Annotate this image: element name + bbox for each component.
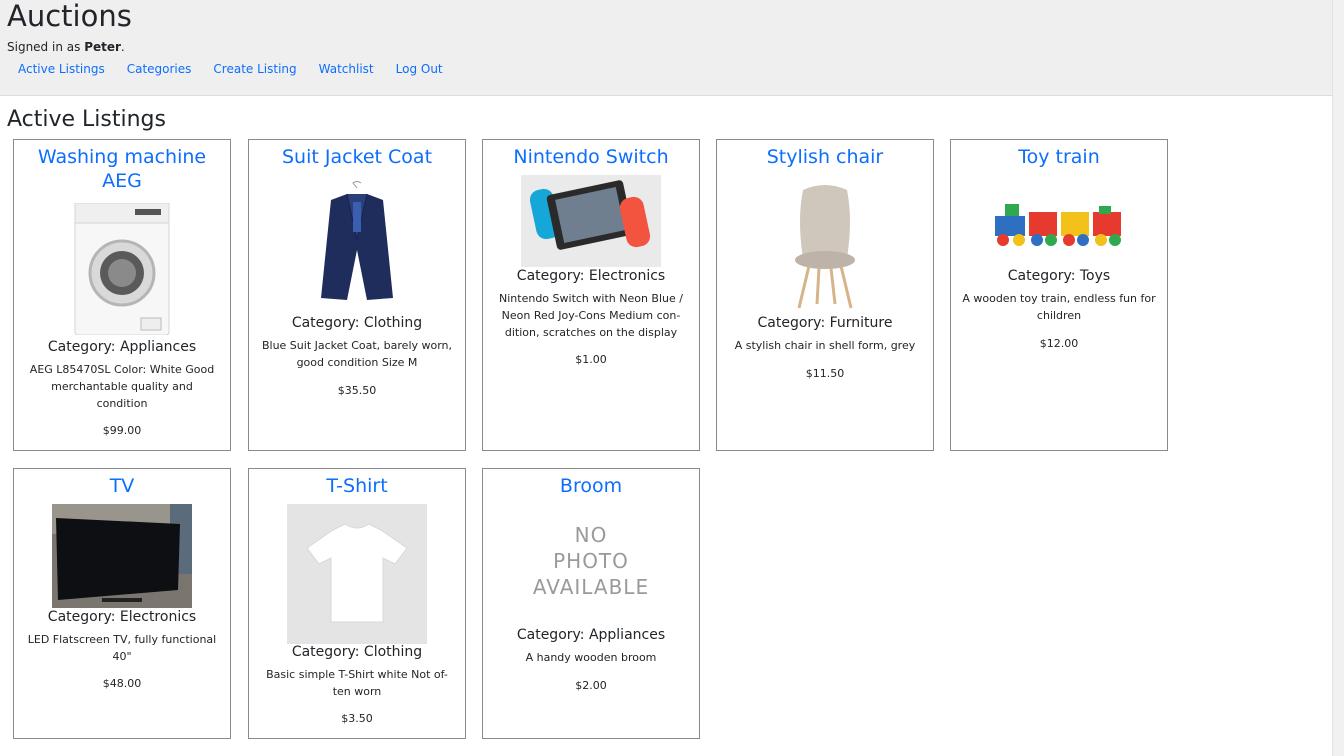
listing-title[interactable]: Stylish chair — [717, 145, 933, 169]
listing-description: LED Flatscreen TV, fully functional 40" — [27, 633, 217, 663]
signed-in-status: Signed in as Peter. — [7, 40, 125, 54]
listing-category: Category: Clothing — [291, 315, 423, 331]
listing-category: Category: Appliances — [516, 627, 666, 643]
washing-machine-image[interactable] — [73, 203, 171, 335]
listing-price: $2.00 — [575, 679, 607, 692]
listing-description: AEG L85470SL Color: White Good merchanta… — [29, 363, 215, 410]
nav-watchlist[interactable]: Watchlist — [308, 62, 385, 76]
listing-description: Blue Suit Jacket Coat, barely worn, good… — [261, 339, 453, 369]
nintendo-switch-image[interactable] — [521, 175, 661, 267]
listing-description: Nintendo Switch with Neon Blue / Neon Re… — [499, 292, 683, 339]
listing-card-tv[interactable]: TV Category: Electronics LED Flatscreen … — [13, 468, 231, 739]
listing-category: Category: Furniture — [757, 315, 893, 331]
listing-card-nintendo-switch[interactable]: Nintendo Switch Category: Electronics Ni… — [482, 139, 700, 451]
listing-title[interactable]: Toy train — [951, 145, 1167, 169]
listing-card-suit-jacket[interactable]: Suit Jacket Coat Category: Clothing Blue… — [248, 139, 466, 451]
nav-active-listings[interactable]: Active Listings — [7, 62, 116, 76]
listing-title[interactable]: Suit Jacket Coat — [249, 145, 465, 169]
listing-category: Category: Electronics — [47, 609, 197, 625]
listing-description: A wooden toy train, endless fun for chil… — [962, 292, 1156, 322]
listing-price: $1.00 — [575, 353, 607, 366]
listing-description: A handy wooden broom — [525, 651, 657, 664]
listing-price: $12.00 — [1039, 337, 1079, 350]
t-shirt-image[interactable] — [287, 504, 427, 644]
listing-title[interactable]: Broom — [483, 474, 699, 498]
tv-image[interactable] — [52, 504, 192, 608]
nav-categories[interactable]: Categories — [116, 62, 203, 76]
page-title: Active Listings — [7, 107, 166, 132]
nav-log-out[interactable]: Log Out — [385, 62, 454, 76]
listing-card-stylish-chair[interactable]: Stylish chair Category: Furniture A styl… — [716, 139, 934, 451]
listing-price: $3.50 — [341, 712, 373, 725]
site-title: Auctions — [7, 0, 132, 33]
listing-card-broom[interactable]: Broom NO PHOTO AVAILABLE Category: Appli… — [482, 468, 700, 739]
listing-title[interactable]: Washing machine AEG — [14, 145, 230, 193]
listing-description: A stylish chair in shell form, grey — [734, 339, 916, 352]
listing-price: $48.00 — [102, 677, 142, 690]
site-header: Auctions Signed in as Peter. Active List… — [0, 0, 1332, 96]
main-nav: Active Listings Categories Create Listin… — [7, 62, 454, 76]
listing-title[interactable]: T-Shirt — [249, 474, 465, 498]
username: Peter — [84, 40, 121, 54]
suit-jacket-image[interactable] — [287, 180, 427, 305]
nav-create-listing[interactable]: Create Listing — [202, 62, 307, 76]
listing-category: Category: Toys — [1007, 268, 1111, 284]
listing-price: $35.50 — [337, 384, 377, 397]
signed-in-suffix: . — [120, 40, 125, 54]
toy-train-image[interactable] — [989, 198, 1129, 250]
listing-category: Category: Appliances — [47, 339, 197, 355]
listing-title[interactable]: TV — [14, 474, 230, 498]
listing-price: $11.50 — [805, 367, 845, 380]
listing-card-washing-machine[interactable]: Washing machine AEG Category: Appliances… — [13, 139, 231, 451]
listing-category: Category: Electronics — [516, 268, 666, 284]
signed-in-prefix: Signed in as — [7, 40, 81, 54]
listing-title[interactable]: Nintendo Switch — [483, 145, 699, 169]
listing-price: $99.00 — [102, 424, 142, 437]
listing-description: Basic simple T-Shirt white Not of-ten wo… — [266, 668, 448, 698]
listing-card-toy-train[interactable]: Toy train Category: Toys A wooden toy tr… — [950, 139, 1168, 451]
listing-category: Category: Clothing — [291, 644, 423, 660]
stylish-chair-image[interactable] — [755, 180, 895, 310]
no-photo-placeholder[interactable]: NO PHOTO AVAILABLE — [521, 522, 661, 600]
page-scrollbar[interactable] — [1332, 0, 1344, 756]
listing-card-t-shirt[interactable]: T-Shirt Category: Clothing Basic simple … — [248, 468, 466, 739]
